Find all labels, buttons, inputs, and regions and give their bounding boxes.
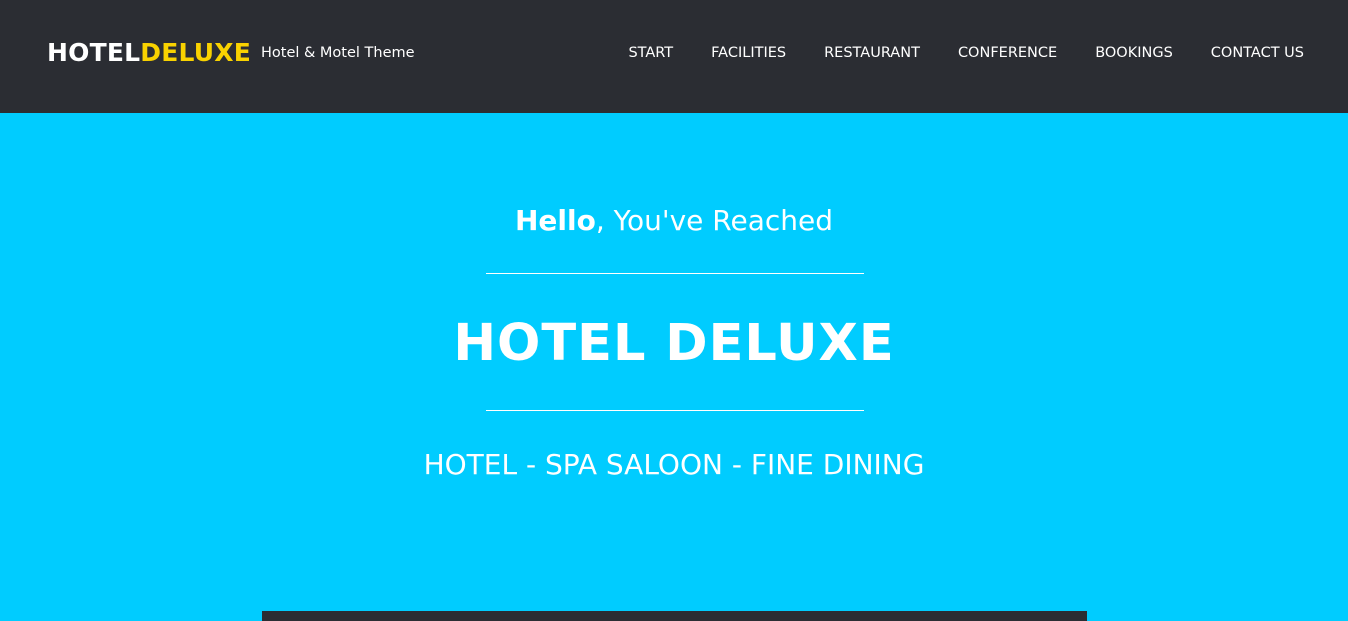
hero-section: Hello, You've Reached HOTEL DELUXE HOTEL… [0,113,1348,621]
hero-greeting-bold: Hello [514,204,596,237]
brand-logo-part-deluxe: DELUXE [140,38,251,67]
nav-link-contact-us[interactable]: CONTACT US [1211,40,1304,67]
brand-logo: HOTELDELUXE [47,36,251,70]
nav-link-restaurant[interactable]: RESTAURANT [824,40,920,67]
hero-greeting: Hello, You've Reached [0,201,1348,241]
brand-tagline: Hotel & Motel Theme [260,45,415,61]
nav-item-start: START [628,40,673,67]
brand-logo-part-hotel: HOTEL [47,38,141,67]
brand-logo-link[interactable]: HOTELDELUXE Hotel & Motel Theme [47,36,415,70]
nav-link-start[interactable]: START [628,40,673,67]
hero-divider-top [486,273,864,274]
hero-subtitle: HOTEL - SPA SALOON - FINE DINING [423,448,925,481]
main-nav: START FACILITIES RESTAURANT CONFERENCE B… [590,40,1304,67]
nav-item-contact-us: CONTACT US [1211,40,1304,67]
hero-divider-bottom [486,410,864,411]
nav-link-conference[interactable]: CONFERENCE [958,40,1057,67]
nav-link-facilities[interactable]: FACILITIES [711,40,786,67]
nav-link-bookings[interactable]: BOOKINGS [1095,40,1173,67]
nav-item-conference: CONFERENCE [958,40,1057,67]
content-panel-top-edge [262,611,1087,621]
nav-item-bookings: BOOKINGS [1095,40,1173,67]
hero-greeting-rest: , You've Reached [595,204,834,237]
hero-title: HOTEL DELUXE [453,314,895,373]
nav-item-restaurant: RESTAURANT [824,40,920,67]
nav-item-facilities: FACILITIES [711,40,786,67]
top-navbar: HOTELDELUXE Hotel & Motel Theme START FA… [0,0,1348,113]
